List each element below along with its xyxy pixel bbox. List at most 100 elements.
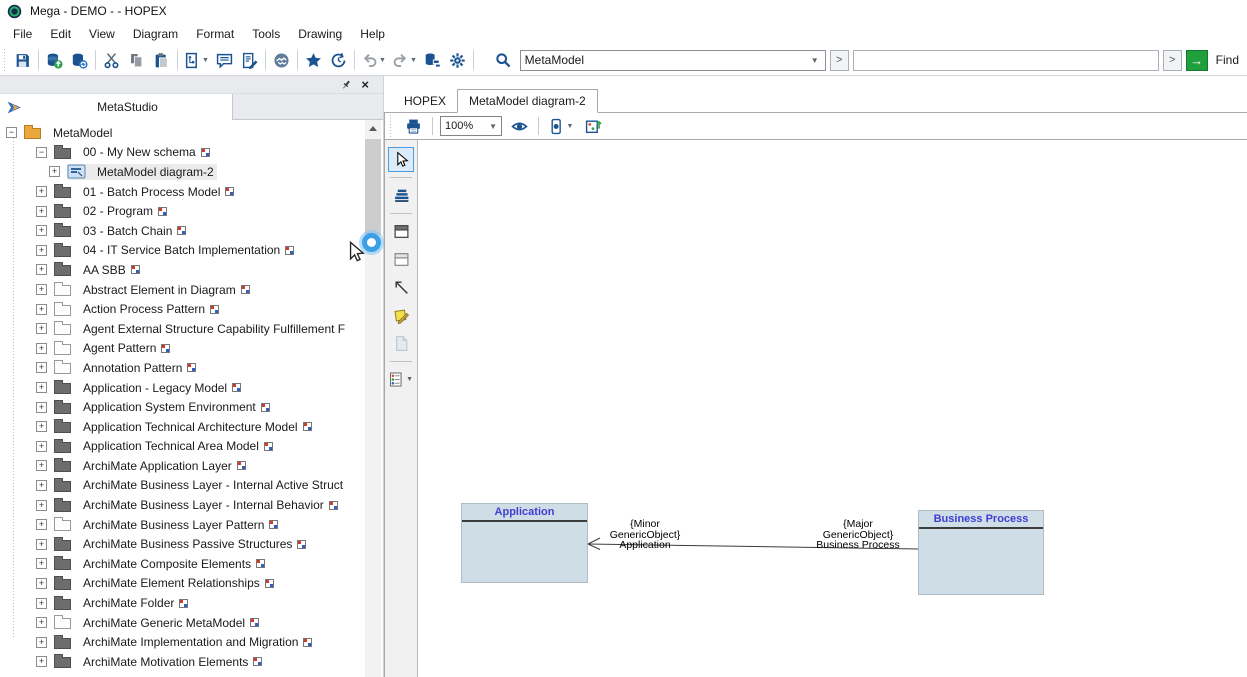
db-organize-icon[interactable] [420,48,445,73]
menu-diagram[interactable]: Diagram [124,24,187,44]
tree-item-label[interactable]: ArchiMate Business Layer Pattern [80,517,267,533]
menu-edit[interactable]: Edit [41,24,80,44]
scope-go-button[interactable]: > [830,50,849,71]
tree-item[interactable]: +Application Technical Architecture Mode… [0,417,383,437]
paste-icon[interactable] [149,48,174,73]
undo-icon[interactable]: ▼ [358,48,389,73]
tree-item-label[interactable]: 02 - Program [80,203,156,219]
tree-item-label[interactable]: Agent External Structure Capability Fulf… [80,321,348,337]
diagram-node-application[interactable]: Application [461,503,588,583]
box-dark-header-icon[interactable] [388,219,414,244]
box-light-header-icon[interactable] [388,247,414,272]
expand-icon[interactable]: + [36,578,47,589]
tree-item-label[interactable]: ArchiMate Generic MetaModel [80,615,248,631]
tree-item-label[interactable]: ArchiMate Folder [80,595,177,611]
expand-icon[interactable]: + [36,206,47,217]
expand-icon[interactable]: + [36,186,47,197]
expand-icon[interactable]: + [36,264,47,275]
chevron-down-icon[interactable]: ▼ [489,122,497,131]
expand-icon[interactable]: + [36,480,47,491]
favorites-star-icon[interactable] [301,48,326,73]
tree-item-label[interactable]: Application System Environment [80,399,259,415]
menu-format[interactable]: Format [187,24,243,44]
search-input[interactable] [853,50,1159,71]
tree-item-label[interactable]: 00 - My New schema [80,144,199,160]
diagonal-link-icon[interactable] [388,275,414,300]
expand-icon[interactable]: + [36,402,47,413]
tree-item-label[interactable]: ArchiMate Business Layer - Internal Beha… [80,497,327,513]
tree-item[interactable]: + ArchiMate Implementation and Migration [0,632,383,652]
tree-item[interactable]: −MetaModel [0,123,383,143]
expand-icon[interactable]: + [36,637,47,648]
diagram-options-icon[interactable]: ▼ [546,115,576,137]
expand-icon[interactable]: + [36,500,47,511]
tree-item-label[interactable]: ArchiMate Element Relationships [80,575,263,591]
tree-item[interactable]: +01 - Batch Process Model [0,182,383,202]
tree-item-label[interactable]: ArchiMate Business Layer - Internal Acti… [80,477,346,493]
tab-hopex[interactable]: HOPEX [393,90,457,112]
tree-item[interactable]: +Action Process Pattern [0,299,383,319]
tree-item-label[interactable]: Agent Pattern [80,340,159,356]
tree-item-label[interactable]: ArchiMate Motivation Elements [80,654,251,670]
edit-document-icon[interactable] [237,48,262,73]
note-icon[interactable] [388,303,414,328]
tree-item-label[interactable]: Action Process Pattern [80,301,208,317]
expand-icon[interactable]: + [36,382,47,393]
tree-item[interactable]: +ArchiMate Composite Elements [0,554,383,574]
tree-item[interactable]: + ArchiMate Business Layer - Internal Act… [0,476,383,496]
tree-item-label[interactable]: ArchiMate Implementation and Migration [80,634,301,650]
tree-item-label[interactable]: Application Technical Architecture Model [80,419,301,435]
collapse-icon[interactable]: − [36,147,47,158]
handshake-icon[interactable] [269,48,294,73]
redo-icon[interactable]: ▼ [389,48,420,73]
cut-icon[interactable] [99,48,124,73]
tree-item[interactable]: + ArchiMate Generic MetaModel [0,613,383,633]
zoom-combobox[interactable]: 100% ▼ [440,116,502,136]
print-icon[interactable] [401,115,425,137]
expand-icon[interactable]: + [36,598,47,609]
blank-page-icon[interactable] [388,331,414,356]
tree-item[interactable]: +04 - IT Service Batch Implementation [0,241,383,261]
close-panel-icon[interactable]: × [361,80,369,90]
tree-item[interactable]: +ArchiMate Motivation Elements [0,652,383,672]
expand-icon[interactable]: + [36,441,47,452]
expand-icon[interactable]: + [36,343,47,354]
tree-item[interactable]: +ArchiMate Application Layer [0,456,383,476]
tab-metamodel-diagram-2[interactable]: MetaModel diagram-2 [457,89,598,113]
history-icon[interactable] [326,48,351,73]
window-tree-icon[interactable]: ▼ [181,48,212,73]
db-refresh-icon[interactable] [67,48,92,73]
visibility-eye-icon[interactable] [507,115,531,137]
tree-item-label[interactable]: Application - Legacy Model [80,380,230,396]
tree-item[interactable]: + AA SBB [0,260,383,280]
expand-icon[interactable]: + [36,284,47,295]
tree-item-label[interactable]: 03 - Batch Chain [80,223,175,239]
tree-item-label[interactable]: 04 - IT Service Batch Implementation [80,242,283,258]
tree-item-label[interactable]: ArchiMate Business Passive Structures [80,536,295,552]
expand-icon[interactable]: + [49,166,60,177]
expand-icon[interactable]: + [36,460,47,471]
tree-item[interactable]: − 00 - My New schema [0,143,383,163]
tree-item[interactable]: + Application System Environment [0,397,383,417]
tab-metastudio[interactable]: MetaStudio [0,94,233,120]
tree-item-label[interactable]: Abstract Element in Diagram [80,282,239,298]
tree-item[interactable]: +Annotation Pattern [0,358,383,378]
expand-icon[interactable]: + [36,245,47,256]
search-go-button[interactable]: > [1163,50,1182,71]
tree-item-label[interactable]: MetaModel diagram-2 [94,164,217,180]
select-cursor-icon[interactable] [388,147,414,172]
tree-item[interactable]: + ArchiMate Element Relationships [0,574,383,594]
expand-icon[interactable]: + [36,617,47,628]
chevron-down-icon[interactable]: ▼ [809,56,821,65]
pin-icon[interactable] [340,79,352,91]
tree-item-label[interactable]: AA SBB [80,262,129,278]
tree-item-label[interactable]: MetaModel [50,125,115,141]
tree-item[interactable]: + ArchiMate Business Layer - Internal Beh… [0,495,383,515]
expand-icon[interactable]: + [36,558,47,569]
tree-item[interactable]: + Abstract Element in Diagram [0,280,383,300]
comment-icon[interactable] [212,48,237,73]
settings-gear-icon[interactable] [445,48,470,73]
expand-icon[interactable]: + [36,362,47,373]
menu-file[interactable]: File [4,24,41,44]
tree-item[interactable]: +ArchiMate Business Passive Structures [0,534,383,554]
